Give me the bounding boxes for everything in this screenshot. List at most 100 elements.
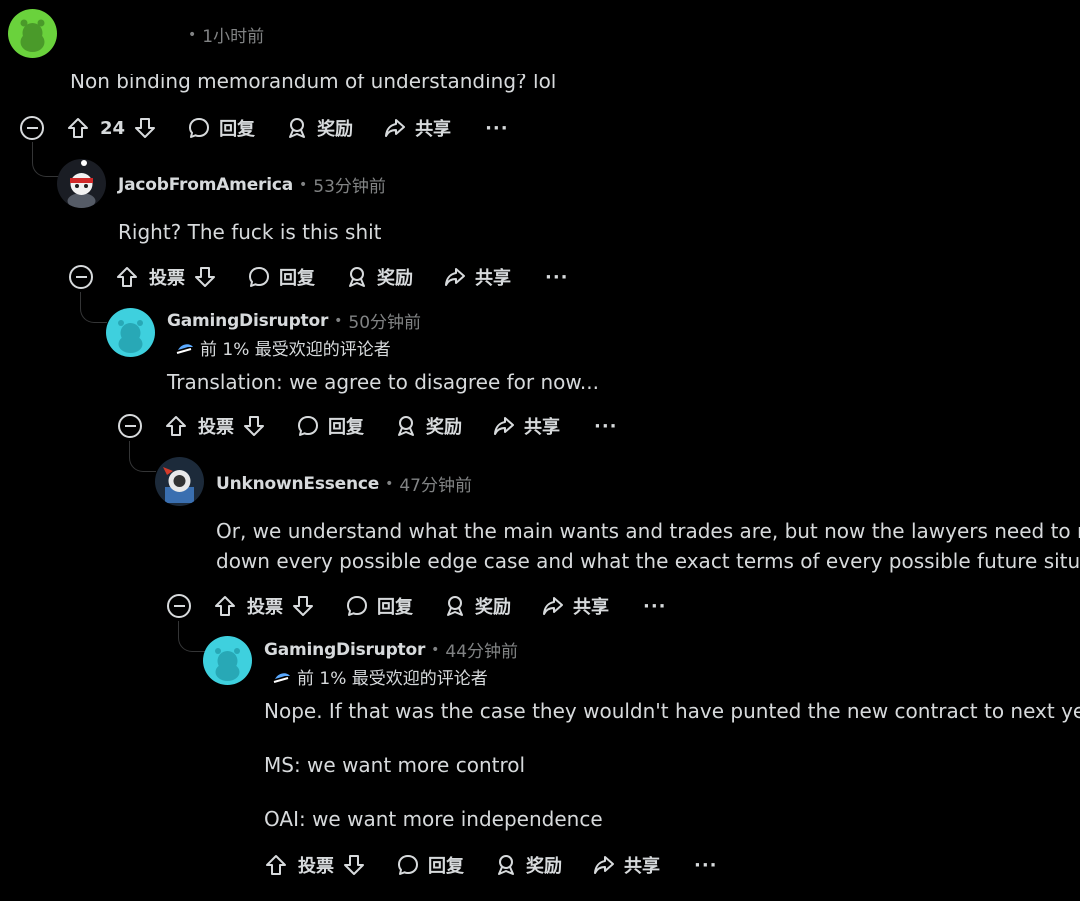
comment-action-bar: 投票 回复 奖励 共享 ··· [167,591,667,621]
thread-line [129,441,156,472]
reply-button[interactable]: 回复 [247,264,315,290]
award-label: 奖励 [475,597,511,618]
comment-meta: JacobFromAmerica • 53分钟前 [118,172,386,198]
reply-button[interactable]: 回复 [396,852,464,878]
timestamp[interactable]: 1小时前 [202,22,264,47]
upvote-icon[interactable] [115,265,139,289]
avatar-snoo-icon [67,160,96,208]
share-button[interactable]: 共享 [443,264,511,290]
more-icon[interactable]: ··· [594,416,618,437]
thread-line [80,292,107,323]
upvote-icon[interactable] [264,853,288,877]
share-button[interactable]: 共享 [383,115,451,141]
avatar[interactable] [106,308,155,357]
more-icon[interactable]: ··· [694,855,718,876]
comment-action-bar: 投票 回复 奖励 共享 ··· [118,411,618,441]
share-label: 共享 [624,856,660,877]
downvote-icon[interactable] [242,414,266,438]
comment-meta: UnknownEssence • 47分钟前 [216,471,472,497]
upvote-icon[interactable] [164,414,188,438]
vote-label: 投票 [298,856,334,877]
avatar[interactable] [203,636,252,685]
timestamp[interactable]: 44分钟前 [445,637,518,662]
reply-button[interactable]: 回复 [187,115,255,141]
comment-body: Nope. If that was the case they wouldn't… [264,696,1080,834]
avatar[interactable] [155,457,204,506]
share-icon [494,417,514,435]
timestamp[interactable]: 53分钟前 [313,172,386,197]
award-icon [447,596,463,616]
comment-body-line: Right? The fuck is this shit [118,220,382,244]
avatar[interactable] [57,159,106,208]
comment-action-bar: 24 回复 奖励 共享 ··· [20,113,509,143]
downvote-icon[interactable] [291,594,315,618]
share-button[interactable]: 共享 [592,852,660,878]
share-label: 共享 [475,268,511,289]
comment-body-line: MS: we want more control [264,753,526,777]
reply-button[interactable]: 回复 [345,593,413,619]
award-icon [398,416,414,436]
vote-count: 24 [100,117,126,139]
timestamp[interactable]: 50分钟前 [348,308,421,333]
award-button[interactable]: 奖励 [285,115,353,141]
username[interactable]: GamingDisruptor [264,640,425,660]
vote-label: 投票 [247,597,283,618]
upvote-icon[interactable] [66,116,90,140]
user-flair: 前 1% 最受欢迎的评论者 [176,335,391,360]
reply-label: 回复 [428,856,464,877]
avatar[interactable] [8,9,57,58]
downvote-icon[interactable] [193,265,217,289]
more-icon[interactable]: ··· [485,118,509,139]
award-button[interactable]: 奖励 [345,264,413,290]
award-icon [289,118,306,138]
collapse-icon[interactable] [167,594,191,618]
avatar-snoo-icon [215,648,240,681]
username[interactable]: GamingDisruptor [167,311,328,331]
meta-separator: • [188,26,197,43]
comment-action-bar: 投票 回复 奖励 共享 ··· [69,262,569,292]
award-button[interactable]: 奖励 [494,852,562,878]
meta-separator: • [299,176,308,193]
comment-body: Right? The fuck is this shit [118,217,382,247]
timestamp[interactable]: 47分钟前 [399,471,472,496]
flair-icon [176,343,193,354]
reply-icon [249,267,269,287]
upvote-icon[interactable] [213,594,237,618]
reply-button[interactable]: 回复 [296,413,364,439]
share-label: 共享 [573,597,609,618]
username[interactable]: JacobFromAmerica [118,175,293,195]
collapse-icon[interactable] [118,414,142,438]
user-flair: 前 1% 最受欢迎的评论者 [273,664,488,689]
share-button[interactable]: 共享 [492,413,560,439]
collapse-icon[interactable] [69,265,93,289]
reply-icon [347,596,367,616]
share-button[interactable]: 共享 [541,593,609,619]
downvote-icon[interactable] [342,853,366,877]
share-icon [385,119,406,137]
comment-meta: • 1小时前 [70,22,264,48]
vote-label: 投票 [198,417,234,438]
comment-body-line: down every possible edge case and what t… [216,549,1080,573]
award-icon [349,267,365,287]
comment-action-bar: 投票 回复 奖励 共享 ··· [264,850,718,880]
comment-body: Translation: we agree to disagree for no… [167,367,599,397]
meta-separator: • [334,312,343,329]
downvote-icon[interactable] [133,116,157,140]
award-label: 奖励 [317,119,354,140]
share-label: 共享 [524,417,560,438]
reply-label: 回复 [219,119,256,140]
avatar-snoo-icon [20,19,45,52]
avatar-snoo-icon [118,320,143,353]
meta-separator: • [385,475,394,492]
more-icon[interactable]: ··· [643,596,667,617]
collapse-icon[interactable] [20,116,44,140]
username[interactable]: UnknownEssence [216,474,379,494]
award-button[interactable]: 奖励 [394,413,462,439]
share-label: 共享 [415,119,452,140]
reply-icon [298,416,318,436]
more-icon[interactable]: ··· [545,267,569,288]
award-button[interactable]: 奖励 [443,593,511,619]
comment-meta: GamingDisruptor • 44分钟前 [264,637,518,663]
thread-line [178,621,205,652]
